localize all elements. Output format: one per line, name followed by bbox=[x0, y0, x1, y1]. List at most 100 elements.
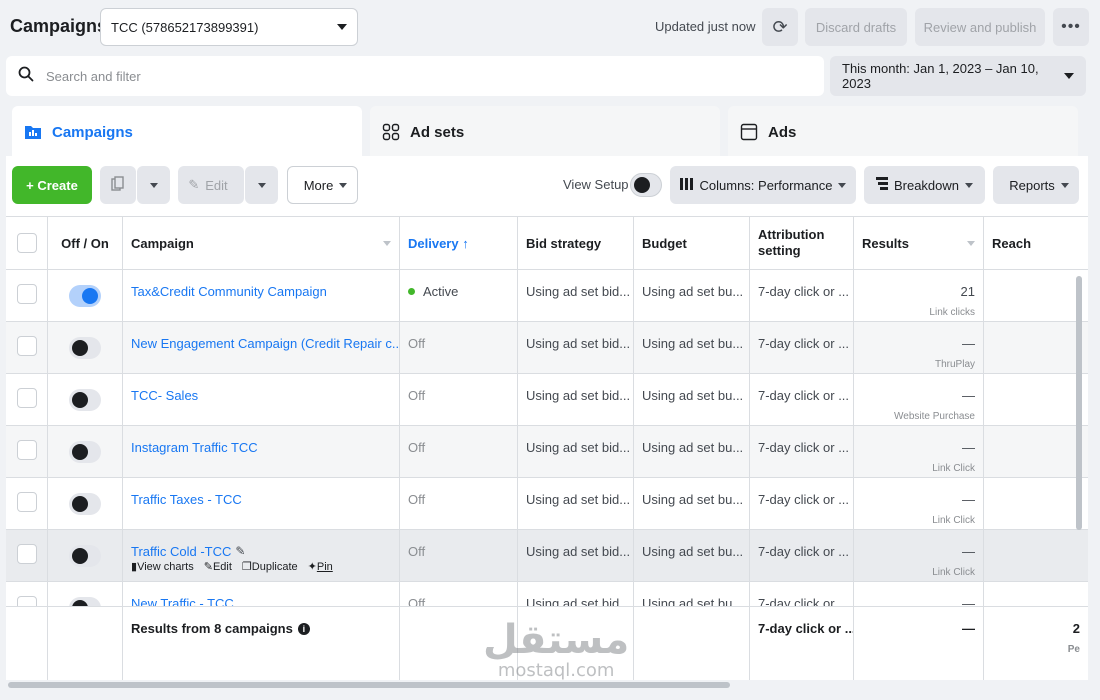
row-select-cell bbox=[6, 478, 48, 529]
edit-button[interactable]: ✎ Edit bbox=[178, 166, 244, 204]
table-header: Off / On Campaign Delivery ↑ Bid strateg… bbox=[6, 216, 1088, 270]
row-checkbox[interactable] bbox=[16, 492, 37, 512]
attribution-cell: 7-day click or ... bbox=[750, 270, 854, 321]
campaign-toggle[interactable] bbox=[69, 285, 101, 307]
attribution-cell: 7-day click or ... bbox=[750, 426, 854, 477]
campaign-toggle[interactable] bbox=[69, 441, 101, 463]
refresh-button[interactable]: ⟳ bbox=[762, 8, 798, 46]
create-button[interactable]: + Create bbox=[12, 166, 92, 204]
row-edit-link[interactable]: ✎ Edit bbox=[204, 560, 232, 574]
duplicate-button[interactable] bbox=[100, 166, 136, 204]
header-bid-strategy[interactable]: Bid strategy bbox=[518, 217, 634, 269]
header-off-on: Off / On bbox=[48, 217, 123, 269]
row-toggle-cell bbox=[48, 270, 123, 321]
vertical-scrollbar[interactable] bbox=[1076, 276, 1082, 530]
campaign-name-link[interactable]: TCC- Sales bbox=[131, 388, 198, 403]
row-checkbox[interactable] bbox=[16, 336, 37, 356]
tab-ad-sets[interactable]: Ad sets bbox=[370, 106, 720, 158]
row-select-cell bbox=[6, 582, 48, 609]
grid-icon bbox=[382, 123, 400, 141]
columns-icon bbox=[679, 177, 694, 193]
attribution-cell: 7-day click or ... bbox=[750, 530, 854, 581]
delivery-cell: Off bbox=[400, 582, 518, 609]
row-duplicate-link[interactable]: ❐ Duplicate bbox=[242, 560, 298, 574]
columns-button[interactable]: Columns: Performance bbox=[670, 166, 856, 204]
header-results[interactable]: Results bbox=[854, 217, 984, 269]
result-value: 21 bbox=[960, 284, 975, 299]
tab-ads[interactable]: Ads bbox=[728, 106, 1078, 158]
reach-cell bbox=[984, 270, 1088, 321]
chevron-down-icon bbox=[1060, 182, 1069, 188]
breakdown-button[interactable]: Breakdown bbox=[864, 166, 985, 204]
budget-cell: Using ad set bu... bbox=[634, 582, 750, 609]
chevron-down-icon bbox=[339, 182, 348, 188]
campaign-toggle[interactable] bbox=[69, 545, 101, 567]
edit-dropdown[interactable] bbox=[245, 166, 278, 204]
toggle-knob bbox=[72, 392, 88, 408]
campaign-name-link[interactable]: Instagram Traffic TCC bbox=[131, 440, 258, 455]
review-publish-button[interactable]: Review and publish bbox=[915, 8, 1045, 46]
info-icon[interactable]: i bbox=[297, 623, 310, 635]
horizontal-scrollbar[interactable] bbox=[8, 682, 730, 688]
tab-campaigns[interactable]: Campaigns bbox=[12, 106, 362, 158]
table-row[interactable]: Instagram Traffic TCC Off Using ad set bid… bbox=[6, 426, 1088, 478]
header-delivery[interactable]: Delivery ↑ bbox=[400, 217, 518, 269]
row-checkbox[interactable] bbox=[16, 440, 37, 460]
delivery-status: Off bbox=[408, 544, 426, 559]
result-type: Link Click bbox=[932, 515, 975, 526]
row-select-cell bbox=[6, 530, 48, 581]
more-options-button[interactable]: ••• bbox=[1053, 8, 1089, 46]
row-checkbox[interactable] bbox=[16, 544, 37, 564]
account-selector[interactable]: TCC (578652173899391) bbox=[100, 8, 358, 46]
duplicate-dropdown[interactable] bbox=[137, 166, 170, 204]
header-budget[interactable]: Budget bbox=[634, 217, 750, 269]
more-button[interactable]: More bbox=[287, 166, 358, 204]
delivery-status: Active bbox=[408, 284, 458, 299]
results-cell: — Link Click bbox=[854, 478, 984, 529]
table-row[interactable]: Tax&Credit Community Campaign Active Using… bbox=[6, 270, 1088, 322]
delivery-cell: Off bbox=[400, 374, 518, 425]
updated-status: Updated just now bbox=[655, 19, 756, 34]
discard-drafts-button[interactable]: Discard drafts bbox=[805, 8, 907, 46]
footer-attribution: 7-day click or ... bbox=[750, 607, 854, 684]
result-value: — bbox=[962, 440, 975, 455]
row-checkbox[interactable] bbox=[16, 284, 37, 304]
attribution-cell: 7-day click or ... bbox=[750, 582, 854, 609]
campaign-toggle[interactable] bbox=[69, 493, 101, 515]
view-charts-link[interactable]: ▮ View charts bbox=[131, 560, 194, 574]
table-row[interactable]: Traffic Taxes - TCC Off Using ad set bid..… bbox=[6, 478, 1088, 530]
campaign-name-link[interactable]: Traffic Taxes - TCC bbox=[131, 492, 242, 507]
table-row[interactable]: Traffic Cold -TCC ✎ ▮ View charts ✎ Edit ❐ Dupl… bbox=[6, 530, 1088, 582]
header-campaign[interactable]: Campaign bbox=[123, 217, 400, 269]
view-setup-toggle[interactable] bbox=[630, 173, 662, 197]
reports-button[interactable]: Reports bbox=[993, 166, 1079, 204]
row-pin-link[interactable]: ✦ Pin bbox=[308, 560, 333, 574]
table-row[interactable]: TCC- Sales Off Using ad set bid... Using ad… bbox=[6, 374, 1088, 426]
delivery-text: Active bbox=[423, 284, 459, 299]
header-select-all[interactable] bbox=[6, 217, 48, 269]
active-dot-icon bbox=[408, 288, 415, 295]
reach-cell bbox=[984, 530, 1088, 581]
budget-cell: Using ad set bu... bbox=[634, 270, 750, 321]
row-checkbox[interactable] bbox=[16, 388, 37, 408]
campaign-name-link[interactable]: New Engagement Campaign (Credit Repair c… bbox=[131, 336, 399, 351]
delivery-cell: Off bbox=[400, 426, 518, 477]
header-reach[interactable]: Reach bbox=[984, 217, 1088, 269]
result-value: — bbox=[962, 388, 975, 403]
campaign-name-link[interactable]: Traffic Cold -TCC bbox=[131, 544, 231, 559]
table-row[interactable]: New Engagement Campaign (Credit Repair c… bbox=[6, 322, 1088, 374]
date-range-picker[interactable]: This month: Jan 1, 2023 – Jan 10, 2023 bbox=[830, 56, 1086, 96]
bid-strategy-cell: Using ad set bid... bbox=[518, 478, 634, 529]
reach-cell bbox=[984, 322, 1088, 373]
search-input[interactable] bbox=[46, 68, 746, 84]
select-all-checkbox[interactable] bbox=[16, 233, 37, 253]
pencil-icon[interactable]: ✎ bbox=[235, 544, 245, 558]
campaign-toggle[interactable] bbox=[69, 389, 101, 411]
campaign-toggle[interactable] bbox=[69, 337, 101, 359]
campaign-name-link[interactable]: Tax&Credit Community Campaign bbox=[131, 284, 327, 299]
header-attribution[interactable]: Attribution setting bbox=[750, 217, 854, 269]
result-type: Link Click bbox=[932, 567, 975, 578]
search-bar[interactable] bbox=[6, 56, 824, 96]
watermark-logo: مستقل mostaql.com bbox=[483, 620, 629, 681]
bid-strategy-cell: Using ad set bid... bbox=[518, 270, 634, 321]
